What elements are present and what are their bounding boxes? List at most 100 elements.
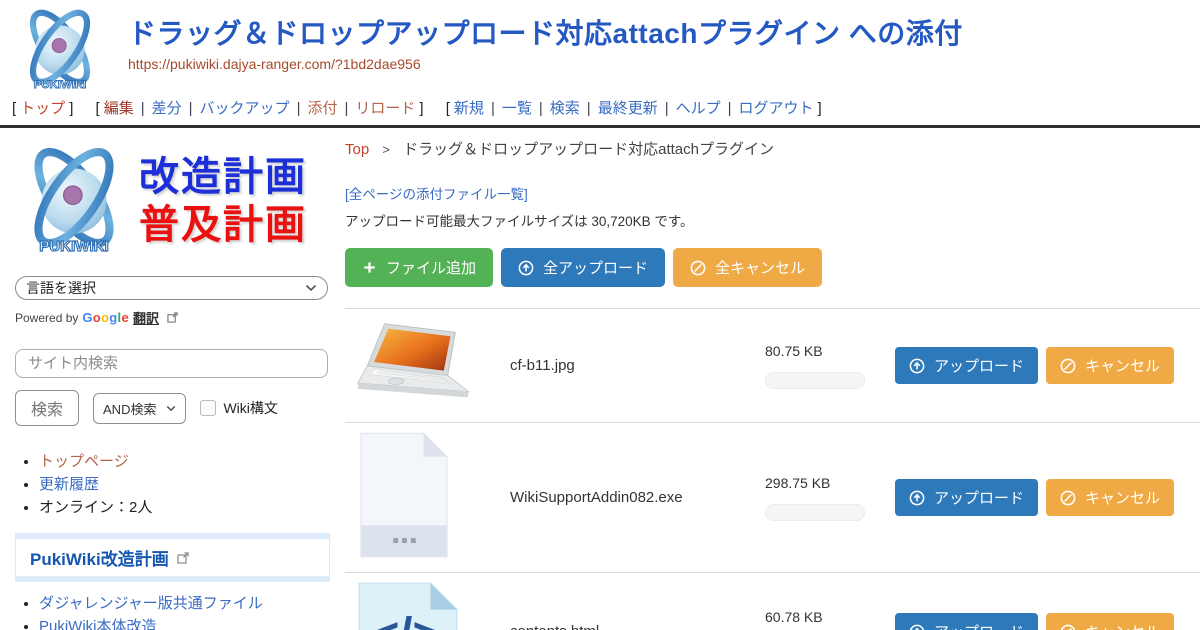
separator: | [344,100,348,117]
project-box: PukiWiki改造計画 [15,533,330,582]
nav-search[interactable]: 検索 [550,100,580,117]
file-thumbnail [345,431,510,564]
cancel-all-button[interactable]: 全キャンセル [673,248,822,287]
nav-top[interactable]: トップ [20,100,65,117]
search-mode-select[interactable]: AND検索 [93,393,186,424]
bracket: [ [446,100,450,117]
file-row: </> contents.html 60.78 KB [345,572,1200,630]
sidebar-item-core-mods[interactable]: PukiWiki本体改造 [39,618,157,630]
sidebar-logo[interactable]: PUKIWIKI 改造計画 普及計画 [15,140,345,262]
file-name: WikiSupportAddin082.exe [510,489,765,506]
nav-help[interactable]: ヘルプ [676,100,721,117]
upload-button[interactable]: アップロード [895,613,1038,630]
google-logo: Google [82,310,129,325]
nav-list[interactable]: 一覧 [502,100,532,117]
main-content: Top > ドラッグ＆ドロップアップロード対応attachプラグイン [全ページ… [345,128,1200,630]
nav-group-top: [トップ] [8,100,77,117]
nav-backup[interactable]: バックアップ [200,100,290,117]
google-translate-link[interactable]: 翻訳 [133,308,159,327]
page-url-link[interactable]: https://pukiwiki.dajya-ranger.com/?1bd2d… [128,56,421,72]
header-text: ドラッグ＆ドロップアップロード対応attachプラグイン への添付 https:… [128,6,963,74]
cancel-icon [1060,358,1076,374]
file-size-cell: 60.78 KB [765,609,883,630]
cancel-button[interactable]: キャンセル [1046,347,1174,384]
file-thumbnail: </> [345,581,510,630]
nav-new[interactable]: 新規 [454,100,484,117]
online-count: オンライン：2人 [39,499,152,516]
powered-by-label: Powered by [15,311,78,325]
sidebar-link-list-2: ダジャレンジャー版共通ファイル PukiWiki本体改造 PukiWikiテキス… [15,594,345,630]
separator: | [141,100,145,117]
separator: | [539,100,543,117]
file-size-cell: 80.75 KB [765,343,883,389]
nav-group-site: [新規|一覧|検索|最終更新|ヘルプ|ログアウト] [442,100,826,117]
upload-icon [909,358,925,374]
separator: | [491,100,495,117]
separator: | [297,100,301,117]
list-item: 更新履歴 [39,475,345,495]
cancel-button[interactable]: キャンセル [1046,613,1174,630]
language-select-value: 言語を選択 [26,278,96,298]
list-item: トップページ [39,452,345,472]
file-actions: アップロード キャンセル [895,347,1174,384]
file-name: cf-b11.jpg [510,357,765,374]
nav-attach[interactable]: 添付 [307,100,337,117]
nav-recent[interactable]: 最終更新 [598,100,658,117]
search-mode-value: AND検索 [103,399,156,418]
wiki-syntax-checkbox[interactable] [200,400,216,416]
upload-all-button[interactable]: 全アップロード [501,248,665,287]
logo-wordmark: PUKIWIKI [34,79,87,91]
bracket: ] [69,100,73,117]
list-item: オンライン：2人 [39,498,345,518]
top-navigation: [トップ] [編集|差分|バックアップ|添付|リロード] [新規|一覧|検索|最… [0,94,1200,125]
logo-line-fukyu: 普及計画 [139,201,307,249]
chevron-down-icon [305,284,317,292]
file-actions: アップロード キャンセル [895,479,1174,516]
all-attachments-link[interactable]: [全ページの添付ファイル一覧] [345,183,528,203]
laptop-image-thumbnail [355,320,481,406]
add-file-button[interactable]: ファイル追加 [345,248,493,287]
bracket: [ [96,100,100,117]
upload-icon [518,260,534,276]
site-search-input[interactable] [15,349,328,378]
upload-progress-bar [765,372,865,389]
project-box-link[interactable]: PukiWiki改造計画 [30,550,169,569]
external-link-icon [177,552,189,564]
upload-button[interactable]: アップロード [895,479,1038,516]
search-button[interactable]: 検索 [15,390,79,426]
breadcrumb-top-link[interactable]: Top [345,141,369,158]
nav-group-page: [編集|差分|バックアップ|添付|リロード] [92,100,428,117]
cancel-button[interactable]: キャンセル [1046,479,1174,516]
sidebar-item-common-files[interactable]: ダジャレンジャー版共通ファイル [39,595,263,612]
file-row: cf-b11.jpg 80.75 KB アップロード [345,308,1200,422]
nav-reload[interactable]: リロード [355,100,415,117]
bracket: [ [12,100,16,117]
pukiwiki-logo-icon[interactable]: PUKIWIKI [14,6,106,94]
chevron-down-icon [166,405,176,412]
upload-progress-bar [765,504,865,521]
generic-file-icon [355,431,453,559]
cancel-icon [1060,624,1076,630]
sidebar-item-update-history[interactable]: 更新履歴 [39,476,99,493]
nav-diff[interactable]: 差分 [152,100,182,117]
upload-button[interactable]: アップロード [895,347,1038,384]
wiki-syntax-label: Wiki構文 [223,398,277,418]
nav-edit[interactable]: 編集 [104,100,134,117]
breadcrumb: Top > ドラッグ＆ドロップアップロード対応attachプラグイン [345,138,1200,159]
file-size-cell: 298.75 KB [765,475,883,521]
nav-logout[interactable]: ログアウト [739,100,814,117]
file-actions: アップロード キャンセル [895,613,1174,630]
separator: | [587,100,591,117]
bracket: ] [419,100,423,117]
file-row: WikiSupportAddin082.exe 298.75 KB アップロード [345,422,1200,572]
language-select[interactable]: 言語を選択 [15,276,328,300]
separator: | [728,100,732,117]
list-item: PukiWiki本体改造 [39,617,345,630]
max-upload-size-text: アップロード可能最大ファイルサイズは 30,720KB です。 [345,210,1200,230]
wiki-syntax-option: Wiki構文 [200,398,277,418]
sidebar-link-list-1: トップページ 更新履歴 オンライン：2人 [15,452,345,517]
pukiwiki-page: PUKIWIKI ドラッグ＆ドロップアップロード対応attachプラグイン への… [0,0,1200,630]
cancel-icon [1060,490,1076,506]
logo-line-kaizo: 改造計画 [139,153,307,201]
sidebar-item-top-page[interactable]: トップページ [39,453,129,470]
